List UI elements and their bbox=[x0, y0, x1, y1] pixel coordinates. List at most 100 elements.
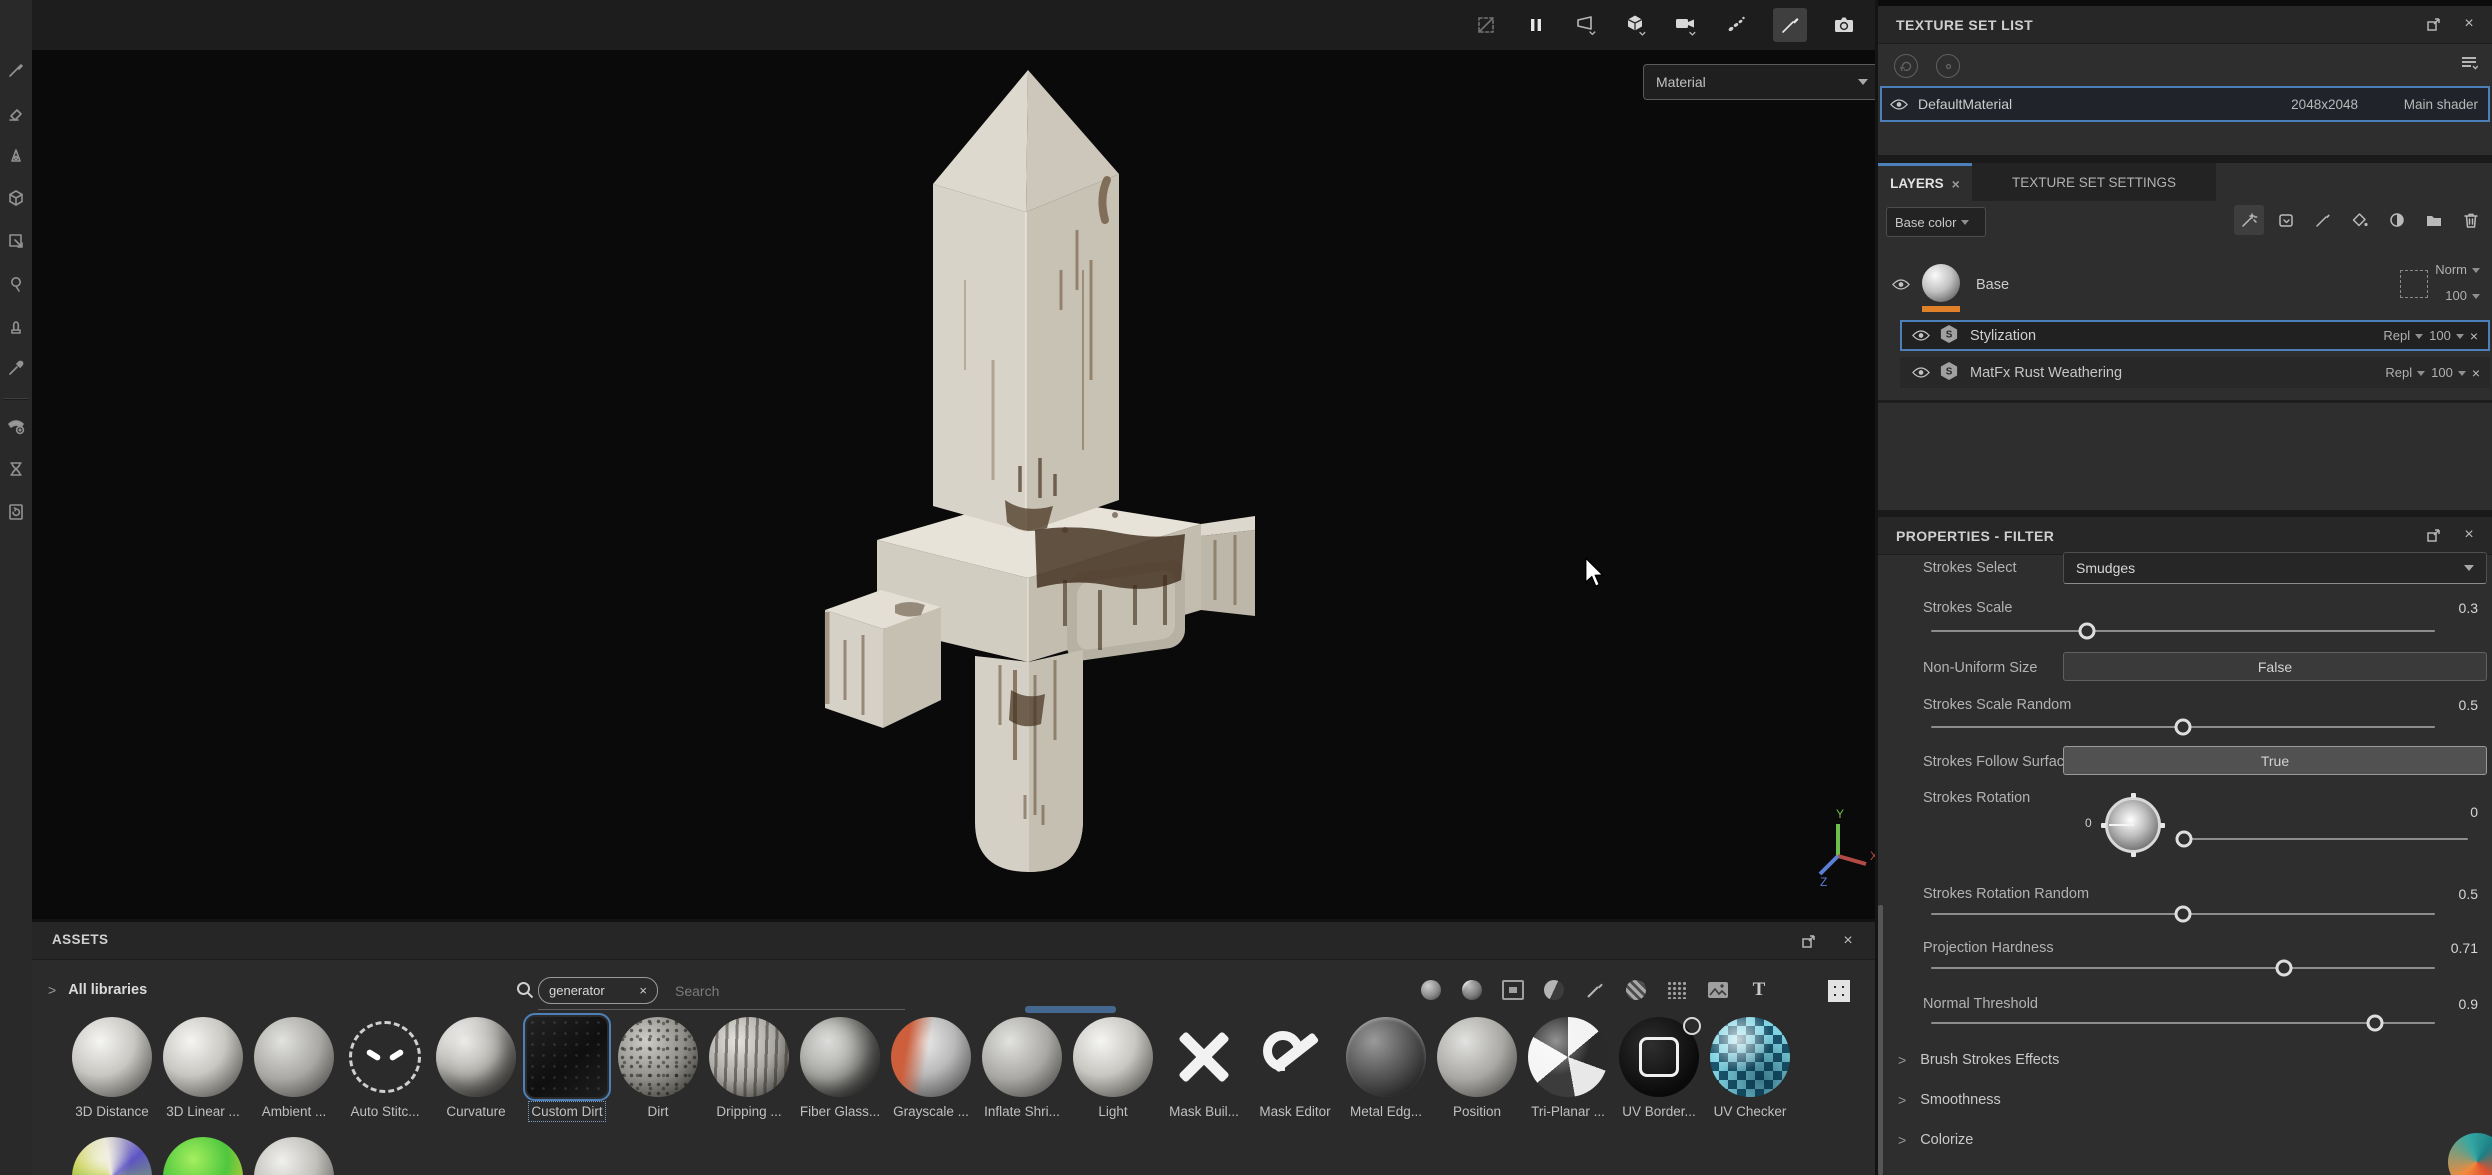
blend-mode-dropdown[interactable]: Norm bbox=[2435, 262, 2480, 277]
perspective-view-icon[interactable] bbox=[1573, 12, 1599, 38]
asset-item[interactable] bbox=[254, 1137, 334, 1175]
close-tab-icon[interactable]: × bbox=[1952, 177, 1960, 191]
pause-engine-icon[interactable] bbox=[1523, 12, 1549, 38]
opacity-dropdown[interactable]: 100 bbox=[2445, 288, 2480, 303]
strokes-rotation-dial[interactable] bbox=[2105, 797, 2161, 853]
clone-tool-icon[interactable] bbox=[4, 315, 28, 339]
asset-item[interactable]: UV Checker bbox=[1710, 1017, 1790, 1119]
asset-item[interactable]: Light bbox=[1073, 1017, 1153, 1119]
search-placeholder[interactable]: Search bbox=[675, 983, 719, 999]
asset-item[interactable]: Mask Editor bbox=[1255, 1017, 1335, 1119]
asset-item[interactable]: Auto Stitc... bbox=[345, 1017, 425, 1119]
paint-tool-icon[interactable] bbox=[4, 58, 28, 82]
sync-materials-icon[interactable] bbox=[1894, 54, 1918, 78]
section-colorize[interactable]: > Colorize bbox=[1898, 1132, 1973, 1148]
add-effect-icon[interactable] bbox=[2234, 205, 2264, 235]
strokes-select-dropdown[interactable]: Smudges bbox=[2063, 552, 2487, 584]
asset-item[interactable]: Grayscale ... bbox=[891, 1017, 971, 1119]
strokes-follow-surface-toggle[interactable]: True bbox=[2063, 746, 2487, 775]
asset-item[interactable]: Inflate Shri... bbox=[982, 1017, 1062, 1119]
library-selector[interactable]: > All libraries bbox=[48, 982, 147, 998]
undock-panel-icon[interactable] bbox=[1797, 930, 1819, 952]
non-uniform-size-toggle[interactable]: False bbox=[2063, 652, 2487, 681]
add-smart-material-icon[interactable] bbox=[2271, 205, 2301, 235]
strokes-rotation-random-slider[interactable] bbox=[1931, 913, 2435, 915]
strokes-scale-random-slider[interactable] bbox=[1931, 726, 2435, 728]
slider-knob[interactable] bbox=[2175, 831, 2192, 848]
particles-icon[interactable] bbox=[1723, 12, 1749, 38]
asset-item[interactable]: Dripping ... bbox=[709, 1017, 789, 1119]
asset-item[interactable]: Fiber Glass... bbox=[800, 1017, 880, 1119]
projection-hardness-slider[interactable] bbox=[1931, 967, 2435, 969]
polygon-fill-tool-icon[interactable] bbox=[4, 229, 28, 253]
opacity-dropdown[interactable]: 100 bbox=[2429, 328, 2464, 343]
properties-scrollbar[interactable] bbox=[1878, 905, 1883, 1175]
opacity-dropdown[interactable]: 100 bbox=[2431, 365, 2466, 380]
close-panel-icon[interactable]: × bbox=[2458, 13, 2480, 35]
asset-item[interactable]: 3D Linear ... bbox=[163, 1017, 243, 1119]
asset-item[interactable] bbox=[163, 1137, 243, 1175]
materials-filter-icon[interactable] bbox=[1419, 978, 1443, 1002]
close-panel-icon[interactable]: × bbox=[1837, 930, 1859, 952]
eye-icon[interactable] bbox=[1912, 329, 1930, 342]
smudge-tool-icon[interactable] bbox=[4, 272, 28, 296]
asset-item[interactable]: Mask Buil... bbox=[1164, 1017, 1244, 1119]
geometry-mask-tool-icon[interactable] bbox=[4, 186, 28, 210]
slider-knob[interactable] bbox=[2175, 719, 2192, 736]
assets-scrollbar-thumb[interactable] bbox=[1025, 1006, 1116, 1013]
projection-tool-icon[interactable] bbox=[4, 144, 28, 168]
symmetry-disabled-icon[interactable] bbox=[1473, 12, 1499, 38]
add-fill-layer-icon[interactable] bbox=[2345, 205, 2375, 235]
smart-materials-filter-icon[interactable] bbox=[1460, 978, 1484, 1002]
asset-item[interactable] bbox=[72, 1137, 152, 1175]
smart-masks-filter-icon[interactable] bbox=[1501, 978, 1525, 1002]
asset-item[interactable]: Ambient ... bbox=[254, 1017, 334, 1119]
add-paint-layer-icon[interactable] bbox=[2308, 205, 2338, 235]
baking-mode-icon[interactable] bbox=[4, 457, 28, 481]
remove-layer-icon[interactable]: × bbox=[2472, 366, 2480, 380]
blend-mode-dropdown[interactable]: Repl bbox=[2383, 328, 2423, 343]
paint-mode-icon[interactable] bbox=[1773, 8, 1807, 42]
section-smoothness[interactable]: > Smoothness bbox=[1898, 1092, 2001, 1108]
visibility-toggle-icon[interactable] bbox=[1936, 54, 1960, 78]
material-picker-tool-icon[interactable] bbox=[4, 356, 28, 380]
environments-filter-icon[interactable] bbox=[1706, 978, 1730, 1002]
grid-view-icon[interactable] bbox=[1827, 979, 1851, 1003]
strokes-rotation-slider[interactable] bbox=[2178, 838, 2468, 840]
layer-row-stylization[interactable]: S Stylization Repl 100 × bbox=[1900, 320, 2490, 351]
eye-icon[interactable] bbox=[1892, 278, 1910, 291]
close-panel-icon[interactable]: × bbox=[2458, 524, 2480, 546]
asset-item[interactable]: Custom Dirt bbox=[527, 1017, 607, 1119]
slider-knob[interactable] bbox=[2175, 906, 2192, 923]
add-smart-mask-icon[interactable] bbox=[2382, 205, 2412, 235]
patterns-filter-icon[interactable] bbox=[1665, 978, 1689, 1002]
slider-knob[interactable] bbox=[2366, 1015, 2383, 1032]
screenshot-icon[interactable] bbox=[1831, 12, 1857, 38]
tab-layers[interactable]: LAYERS × bbox=[1878, 163, 1972, 201]
search-tag-chip[interactable]: generator × bbox=[538, 977, 658, 1004]
asset-item[interactable]: Position bbox=[1437, 1017, 1517, 1119]
delete-layer-icon[interactable] bbox=[2456, 205, 2486, 235]
remove-layer-icon[interactable]: × bbox=[2470, 329, 2478, 343]
strokes-scale-slider[interactable] bbox=[1931, 630, 2435, 632]
layer-row-base[interactable]: Base Norm 100 bbox=[1878, 262, 2492, 314]
brushes-filter-icon[interactable] bbox=[1583, 978, 1607, 1002]
clear-tag-icon[interactable]: × bbox=[639, 983, 647, 998]
add-folder-icon[interactable] bbox=[2419, 205, 2449, 235]
render-mode-icon[interactable] bbox=[4, 500, 28, 524]
asset-item[interactable]: Tri-Planar ... bbox=[1528, 1017, 1608, 1119]
fonts-filter-icon[interactable]: T bbox=[1747, 978, 1771, 1002]
camera-view-icon[interactable] bbox=[1673, 12, 1699, 38]
filters-filter-icon[interactable] bbox=[1542, 978, 1566, 1002]
eye-icon[interactable] bbox=[1912, 366, 1930, 379]
blend-mode-dropdown[interactable]: Repl bbox=[2385, 365, 2425, 380]
undock-panel-icon[interactable] bbox=[2422, 524, 2444, 546]
mask-placeholder[interactable] bbox=[2400, 270, 2428, 298]
channel-selector-dropdown[interactable]: Base color bbox=[1886, 207, 1986, 237]
texture-set-row[interactable]: DefaultMaterial 2048x2048 Main shader bbox=[1880, 86, 2490, 122]
section-brush-strokes-effects[interactable]: > Brush Strokes Effects bbox=[1898, 1052, 2059, 1068]
asset-item[interactable]: Curvature bbox=[436, 1017, 516, 1119]
slider-knob[interactable] bbox=[2079, 623, 2096, 640]
layer-thumbnail[interactable] bbox=[1922, 264, 1960, 302]
asset-item[interactable]: Metal Edg... bbox=[1346, 1017, 1426, 1119]
